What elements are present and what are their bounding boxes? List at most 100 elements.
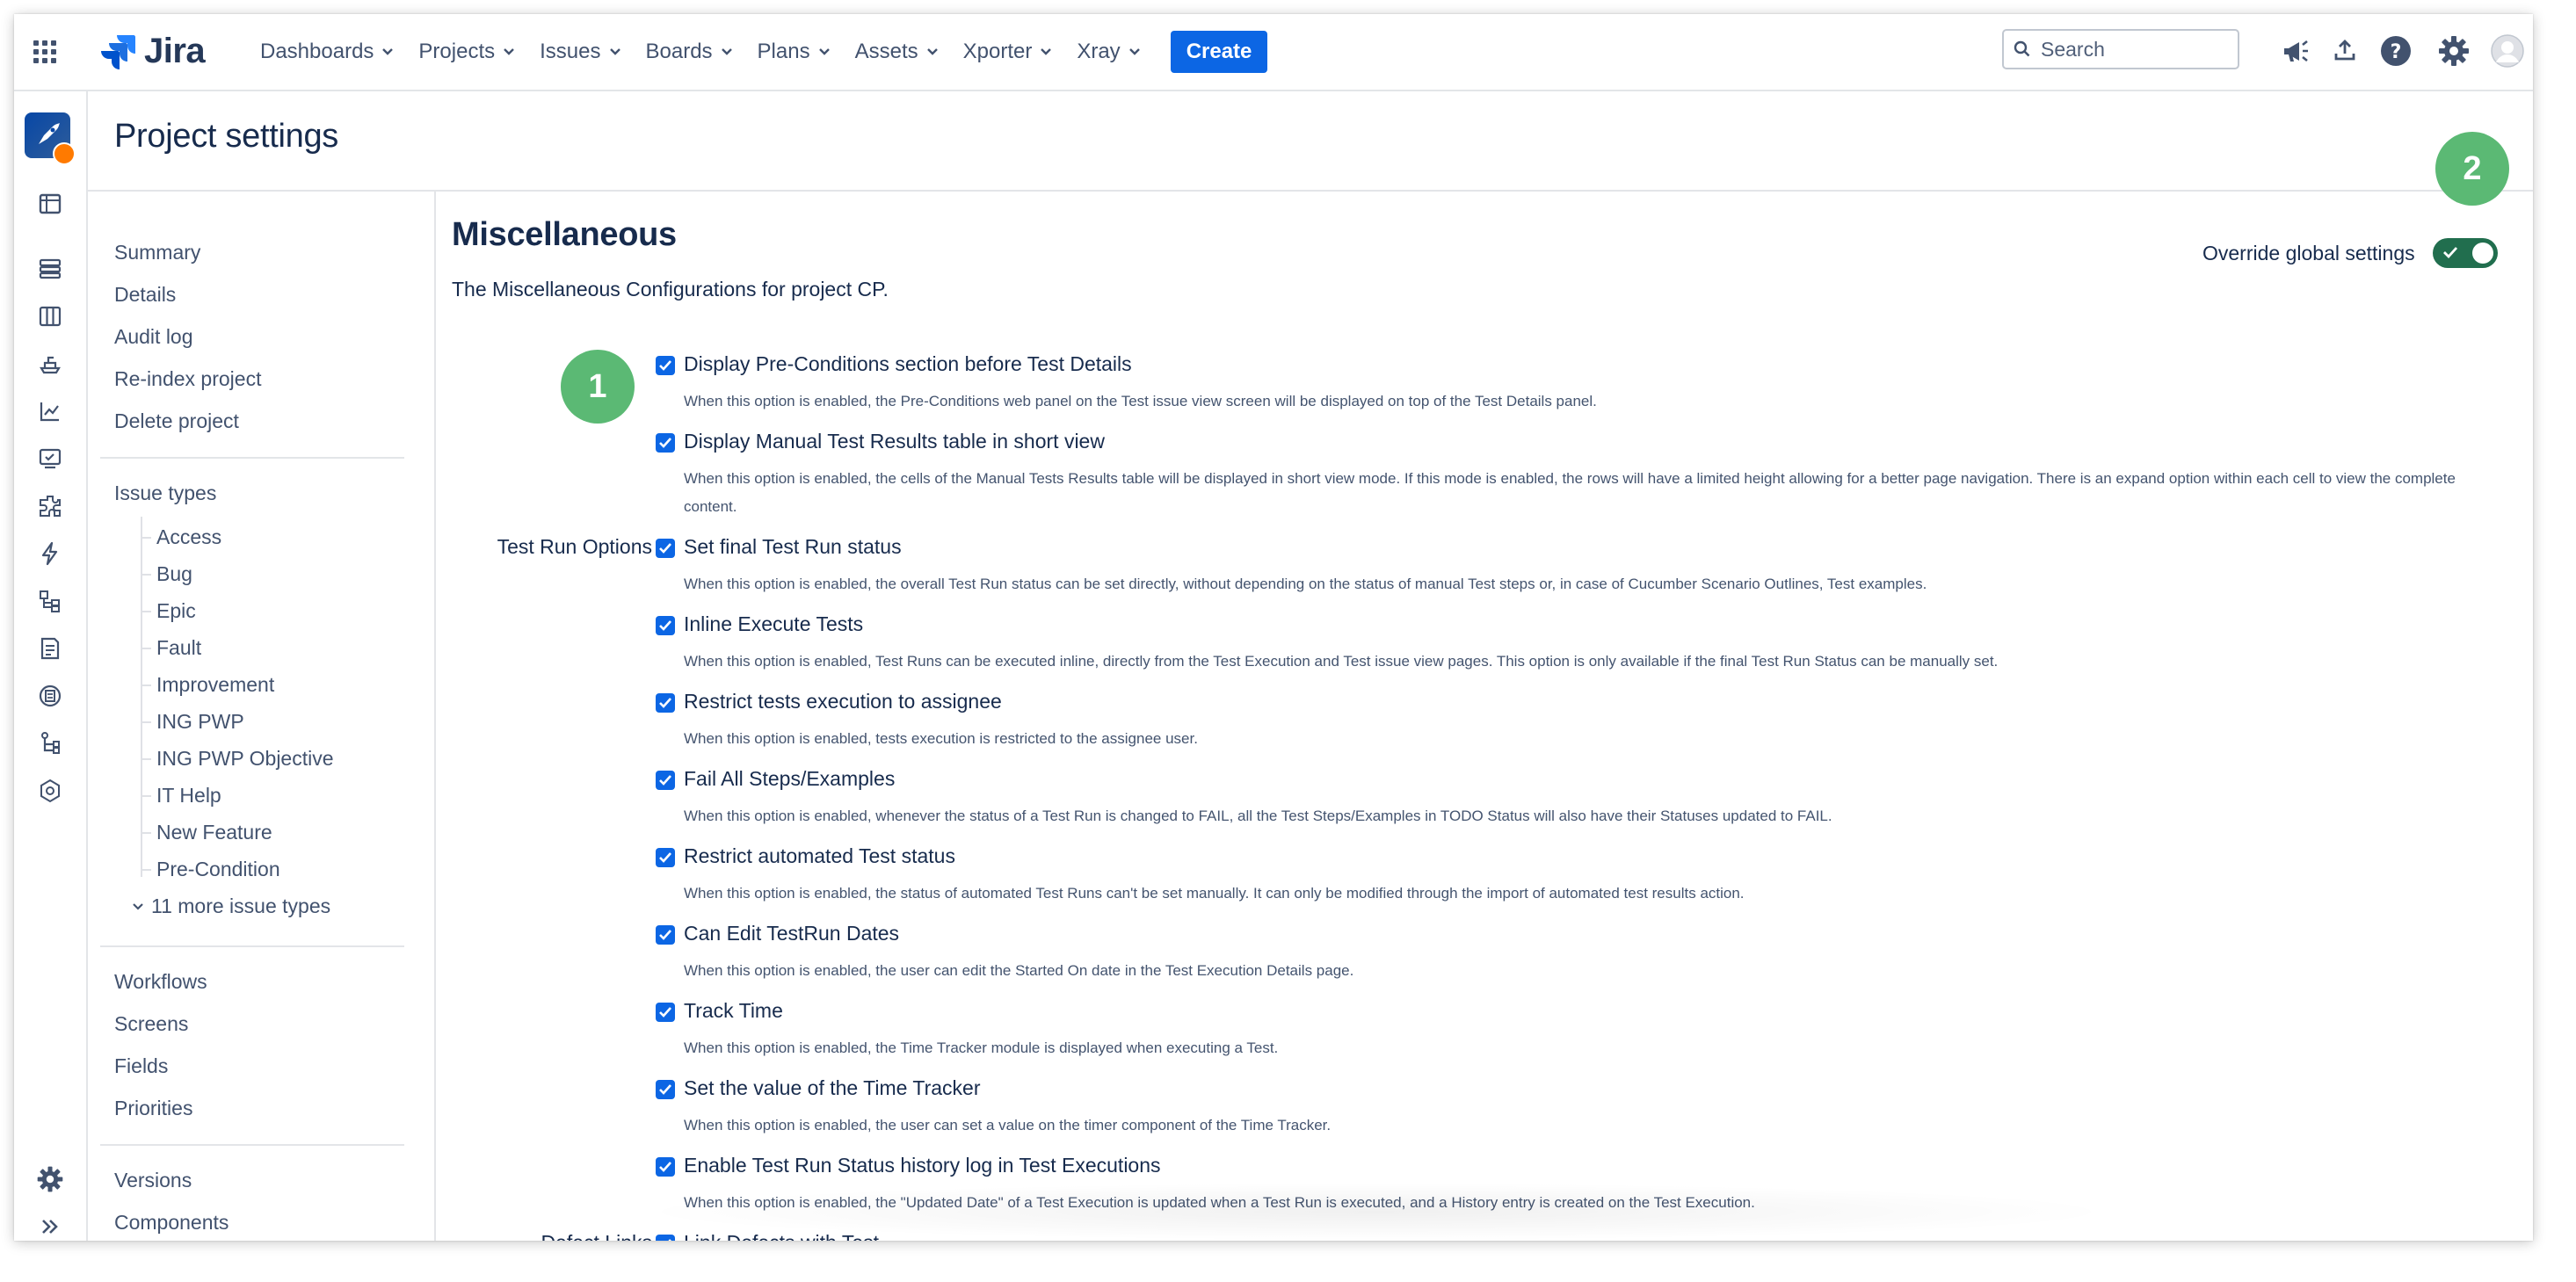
chevron-down-icon (926, 47, 939, 56)
option-description: When this option is enabled, tests execu… (684, 730, 1198, 747)
group-label-defect-links: Defect Links (450, 1231, 652, 1241)
search-input[interactable] (2039, 36, 2227, 62)
option-label: Set the value of the Time Tracker (684, 1076, 981, 1099)
traceability-icon[interactable] (31, 724, 69, 763)
backlog-icon[interactable] (31, 250, 69, 288)
option-checkbox[interactable] (656, 1080, 675, 1099)
sidebar-item-delete-project[interactable]: Delete project (114, 409, 239, 433)
menu-assets[interactable]: Assets (855, 40, 939, 64)
option-label: Set final Test Run status (684, 535, 902, 558)
top-navigation: Jira Dashboards Projects Issues Boards P… (14, 14, 2533, 91)
check-icon (659, 543, 671, 554)
notifications-megaphone-icon[interactable] (2276, 32, 2315, 70)
sidebar-item-audit-log[interactable]: Audit log (114, 325, 193, 349)
menu-dashboards[interactable]: Dashboards (260, 40, 394, 64)
issue-type-ing-pwp-objective[interactable]: ING PWP Objective (156, 747, 334, 771)
create-button[interactable]: Create (1170, 31, 1268, 73)
option-checkbox[interactable] (656, 616, 675, 635)
sidebar-item-reindex-project[interactable]: Re-index project (114, 367, 261, 391)
components-icon[interactable] (31, 487, 69, 525)
sidebar-item-summary[interactable]: Summary (114, 241, 200, 264)
sidebar-item-issue-types[interactable]: Issue types (114, 482, 216, 505)
chevron-down-icon (132, 902, 144, 911)
columns-icon[interactable] (31, 297, 69, 336)
settings-gear-icon[interactable] (2435, 32, 2473, 70)
main-menu: Dashboards Projects Issues Boards Plans … (260, 14, 1268, 90)
issue-type-bug[interactable]: Bug (156, 562, 192, 586)
option-checkbox[interactable] (656, 925, 675, 945)
issue-type-pre-condition[interactable]: Pre-Condition (156, 858, 280, 881)
option-checkbox[interactable] (656, 848, 675, 867)
board-icon[interactable] (31, 185, 69, 223)
check-icon (659, 360, 671, 371)
option-checkbox[interactable] (656, 693, 675, 713)
user-avatar-icon[interactable] (2488, 32, 2527, 70)
settings-sidebar: Summary Details Audit log Re-index proje… (88, 192, 436, 1241)
menu-issues[interactable]: Issues (540, 40, 620, 64)
option-label: Inline Execute Tests (684, 612, 864, 635)
issue-type-new-feature[interactable]: New Feature (156, 821, 272, 844)
chevron-down-icon (1128, 47, 1141, 56)
issue-type-it-help[interactable]: IT Help (156, 784, 221, 808)
chevron-down-icon (818, 47, 831, 56)
menu-xray[interactable]: Xray (1077, 40, 1140, 64)
search-icon (2013, 40, 2032, 59)
jira-logo[interactable]: Jira (100, 32, 206, 71)
section-description: The Miscellaneous Configurations for pro… (452, 278, 889, 301)
check-icon (2442, 244, 2459, 264)
check-icon (659, 698, 671, 708)
issue-type-ing-pwp[interactable]: ING PWP (156, 710, 244, 734)
test-hierarchy-icon[interactable] (31, 582, 69, 620)
sidebar-item-components[interactable]: Components (114, 1211, 229, 1235)
issue-type-improvement[interactable]: Improvement (156, 673, 274, 697)
project-rail (14, 91, 88, 1241)
expand-sidebar-icon[interactable] (31, 1207, 69, 1241)
option-checkbox[interactable] (656, 539, 675, 558)
sidebar-item-details[interactable]: Details (114, 283, 176, 307)
issue-type-epic[interactable]: Epic (156, 599, 196, 623)
check-icon (659, 1084, 671, 1095)
override-global-settings: Override global settings (2202, 238, 2498, 268)
sidebar-item-versions[interactable]: Versions (114, 1169, 192, 1192)
menu-boards[interactable]: Boards (646, 40, 733, 64)
settings-gear-icon[interactable] (31, 1160, 69, 1199)
test-repository-icon[interactable] (31, 677, 69, 715)
releases-icon[interactable] (31, 344, 69, 383)
option-checkbox[interactable] (656, 1157, 675, 1177)
search-box[interactable] (2002, 29, 2239, 69)
option-checkbox[interactable] (656, 771, 675, 790)
menu-xporter[interactable]: Xporter (963, 40, 1053, 64)
help-icon[interactable]: ? (2376, 32, 2415, 70)
automation-icon[interactable] (31, 534, 69, 573)
option-description: When this option is enabled, the user ca… (684, 962, 1354, 979)
menu-label: Xporter (962, 40, 1033, 63)
sidebar-item-workflows[interactable]: Workflows (114, 970, 207, 994)
menu-plans[interactable]: Plans (758, 40, 831, 64)
tree-branch (141, 684, 151, 686)
reports-icon[interactable] (31, 392, 69, 431)
option-checkbox[interactable] (656, 1003, 675, 1022)
option-checkbox[interactable] (656, 356, 675, 375)
app-switcher-icon[interactable] (28, 35, 62, 69)
option-description: When this option is enabled, the Pre-Con… (684, 393, 1597, 409)
issue-type-access[interactable]: Access (156, 525, 221, 549)
upload-icon[interactable] (2326, 32, 2364, 70)
group-label-test-run-options: Test Run Options (497, 535, 652, 558)
header-divider (88, 190, 2533, 192)
test-plan-icon[interactable] (31, 629, 69, 668)
sidebar-item-screens[interactable]: Screens (114, 1012, 188, 1036)
check-icon (668, 1239, 671, 1241)
more-issue-types-toggle[interactable]: 11 more issue types (132, 895, 330, 918)
option-description: When this option is enabled, whenever th… (684, 808, 1832, 824)
tree-branch (141, 795, 151, 797)
menu-projects[interactable]: Projects (418, 40, 515, 64)
test-board-icon[interactable] (31, 439, 69, 478)
option-checkbox[interactable] (656, 433, 675, 453)
app-window: Jira Dashboards Projects Issues Boards P… (14, 14, 2533, 1241)
override-toggle[interactable] (2432, 238, 2498, 268)
option-checkbox[interactable] (656, 1235, 675, 1241)
sidebar-item-fields[interactable]: Fields (114, 1054, 168, 1078)
sidebar-item-priorities[interactable]: Priorities (114, 1097, 192, 1120)
issue-type-fault[interactable]: Fault (156, 636, 201, 660)
settings-icon[interactable] (31, 771, 69, 810)
